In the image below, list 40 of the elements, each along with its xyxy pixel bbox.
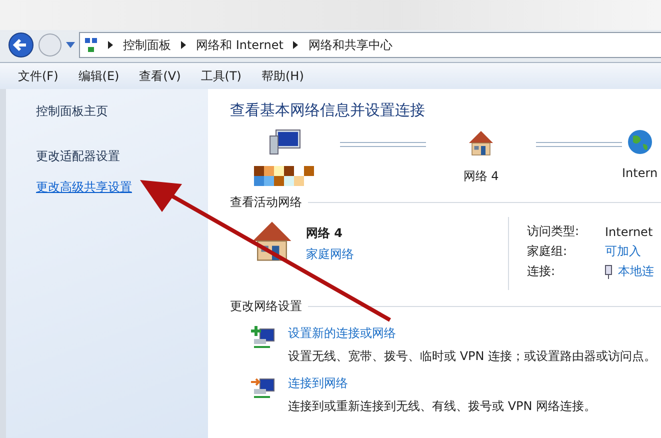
pixelated-name-block [254, 166, 316, 186]
task-link[interactable]: 连接到网络 [288, 375, 596, 392]
detail-label: 家庭组: [527, 243, 568, 260]
globe-icon [626, 128, 653, 156]
chevron-icon[interactable] [293, 41, 298, 49]
detail-value: Internet [605, 224, 654, 238]
breadcrumb-item[interactable]: 控制面板 [123, 36, 171, 54]
menu-item[interactable]: 文件(F) [18, 68, 58, 85]
task-description: 设置无线、宽带、拨号、临时或 VPN 连接；或设置路由器或访问点。 [288, 348, 656, 365]
section-heading: 查看活动网络 [230, 194, 661, 211]
map-label: Intern [622, 166, 658, 180]
network-icon [84, 37, 98, 53]
plug-icon [605, 264, 612, 278]
network-name: 网络 4 [306, 225, 344, 242]
dropdown-icon[interactable] [66, 42, 75, 48]
detail-label: 访问类型: [527, 223, 580, 240]
network-type-link[interactable]: 家庭网络 [306, 246, 354, 263]
chevron-icon[interactable] [108, 41, 113, 49]
address-bar[interactable]: 控制面板 网络和 Internet 网络和共享中心 [79, 32, 661, 58]
menu-item[interactable]: 查看(V) [139, 68, 181, 85]
detail-link[interactable]: 本地连 [618, 263, 654, 280]
map-label: 网络 4 [463, 168, 499, 185]
back-button[interactable] [8, 32, 34, 58]
computer-icon [268, 128, 302, 156]
menu-item[interactable]: 编辑(E) [78, 68, 120, 85]
task-description: 连接到或重新连接到无线、有线、拨号或 VPN 网络连接。 [288, 398, 596, 415]
menu-item[interactable]: 帮助(H) [262, 68, 304, 85]
sidebar-link[interactable]: 更改高级共享设置 [36, 179, 132, 196]
page-title: 查看基本网络信息并设置连接 [230, 101, 426, 120]
chevron-icon[interactable] [181, 41, 186, 49]
network-plus-icon [250, 325, 276, 349]
breadcrumb-item[interactable]: 网络和共享中心 [308, 36, 392, 54]
detail-link[interactable]: 可加入 [605, 243, 654, 260]
task-link[interactable]: 设置新的连接或网络 [288, 325, 656, 342]
detail-label: 连接: [527, 263, 556, 280]
breadcrumb-item[interactable]: 网络和 Internet [196, 36, 284, 54]
sidebar-link[interactable]: 控制面板主页 [36, 103, 108, 120]
sidebar-link[interactable]: 更改适配器设置 [36, 148, 120, 165]
menu-item[interactable]: 工具(T) [200, 68, 242, 85]
section-heading: 更改网络设置 [230, 298, 661, 315]
